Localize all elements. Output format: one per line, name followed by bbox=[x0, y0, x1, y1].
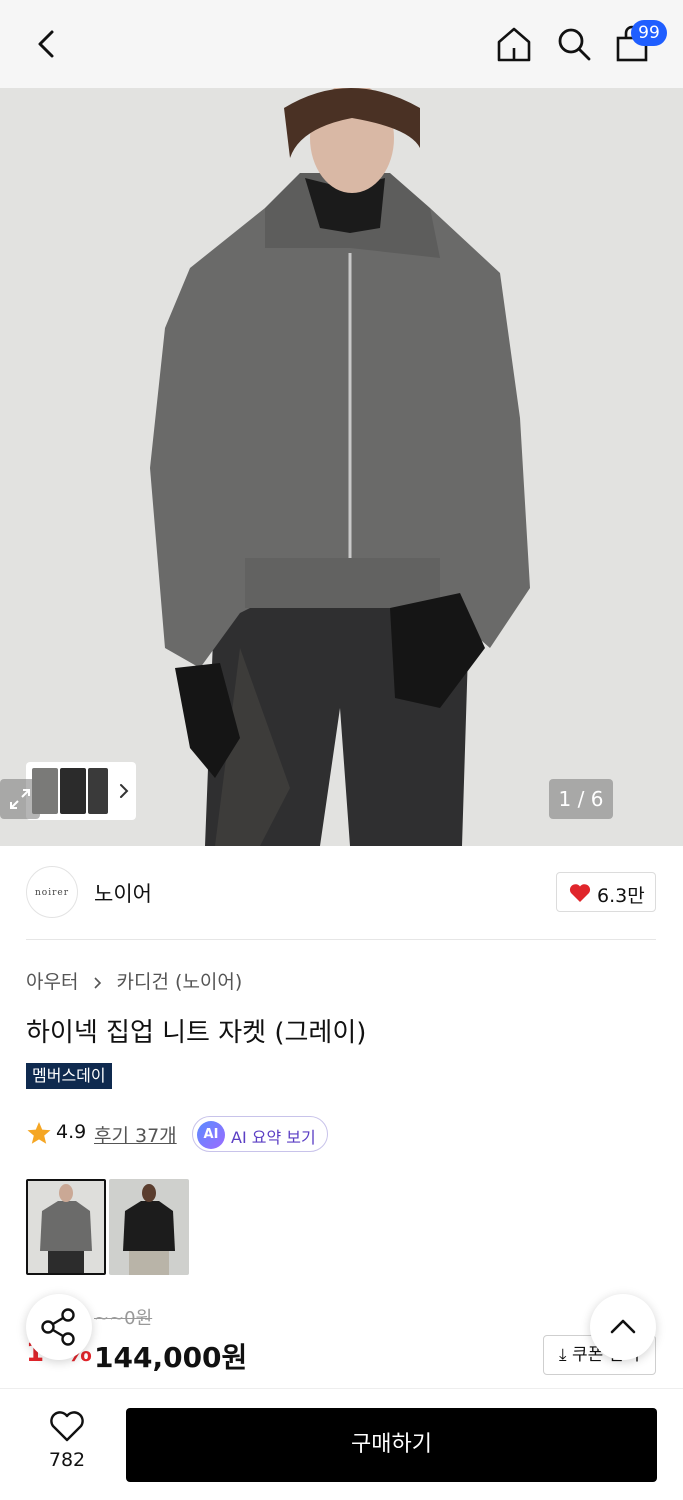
product-title: 하이넥 집업 니트 자켓 (그레이) bbox=[26, 1018, 367, 1048]
share-button[interactable] bbox=[26, 1294, 92, 1360]
rating-score: 4.9 bbox=[56, 1121, 87, 1143]
color-option-gray[interactable] bbox=[26, 1179, 106, 1275]
wishlist-count: 782 bbox=[48, 1449, 86, 1471]
heart-outline-icon bbox=[50, 1411, 84, 1442]
rating-row: 4.9 후기 37개 AI AI 요약 보기 bbox=[26, 1116, 426, 1152]
breadcrumb: 아우터 카디건 (노이어) bbox=[26, 967, 242, 994]
product-main-image[interactable]: 1 / 6 bbox=[0, 88, 683, 846]
home-icon[interactable] bbox=[494, 24, 534, 64]
review-count-link[interactable]: 후기 37개 bbox=[94, 1121, 177, 1148]
ai-summary-label: AI 요약 보기 bbox=[231, 1128, 316, 1147]
buy-button[interactable]: 구매하기 bbox=[126, 1408, 657, 1482]
color-option-black[interactable] bbox=[109, 1179, 189, 1275]
chevron-right-icon bbox=[93, 976, 101, 989]
chevron-right-icon[interactable] bbox=[116, 780, 132, 802]
image-pager: 1 / 6 bbox=[549, 779, 613, 819]
ai-icon: AI bbox=[197, 1121, 225, 1149]
product-photo bbox=[0, 88, 683, 846]
brand-name[interactable]: 노이어 bbox=[94, 878, 152, 908]
cart-count-badge: 99 bbox=[631, 20, 667, 46]
share-icon bbox=[41, 1308, 75, 1346]
original-price: ~~0원 bbox=[94, 1308, 153, 1329]
back-arrow-icon[interactable] bbox=[28, 24, 68, 64]
breadcrumb-level1[interactable]: 아우터 bbox=[26, 971, 78, 993]
gallery-thumb-2[interactable] bbox=[60, 768, 86, 814]
breadcrumb-level2[interactable]: 카디건 (노이어) bbox=[117, 971, 243, 993]
chevron-up-icon bbox=[610, 1319, 636, 1334]
brand-row[interactable]: noirer 노이어 6.3만 bbox=[26, 864, 656, 920]
top-navigation-bar: 99 bbox=[0, 0, 683, 88]
ai-summary-button[interactable]: AI AI 요약 보기 bbox=[192, 1116, 328, 1152]
download-icon: ⤓ bbox=[559, 1345, 567, 1365]
expand-icon[interactable] bbox=[0, 779, 40, 819]
sale-price: 144,000원 bbox=[94, 1341, 248, 1374]
scroll-to-top-button[interactable] bbox=[590, 1294, 656, 1360]
brand-like-count: 6.3만 bbox=[597, 885, 645, 907]
star-icon bbox=[27, 1122, 51, 1144]
divider bbox=[26, 939, 656, 940]
gallery-thumb-3[interactable] bbox=[88, 768, 108, 814]
color-option-black-image bbox=[109, 1179, 189, 1275]
bottom-action-bar: 782 구매하기 bbox=[0, 1388, 683, 1500]
heart-filled-icon bbox=[569, 884, 591, 902]
search-icon[interactable] bbox=[554, 24, 594, 64]
members-day-tag: 멤버스데이 bbox=[26, 1063, 112, 1089]
color-option-gray-image bbox=[28, 1181, 104, 1273]
brand-logo[interactable]: noirer bbox=[26, 866, 78, 918]
gallery-thumbnail-strip[interactable] bbox=[26, 762, 136, 820]
wishlist-button[interactable]: 782 bbox=[40, 1411, 94, 1481]
brand-like-button[interactable]: 6.3만 bbox=[556, 872, 656, 912]
